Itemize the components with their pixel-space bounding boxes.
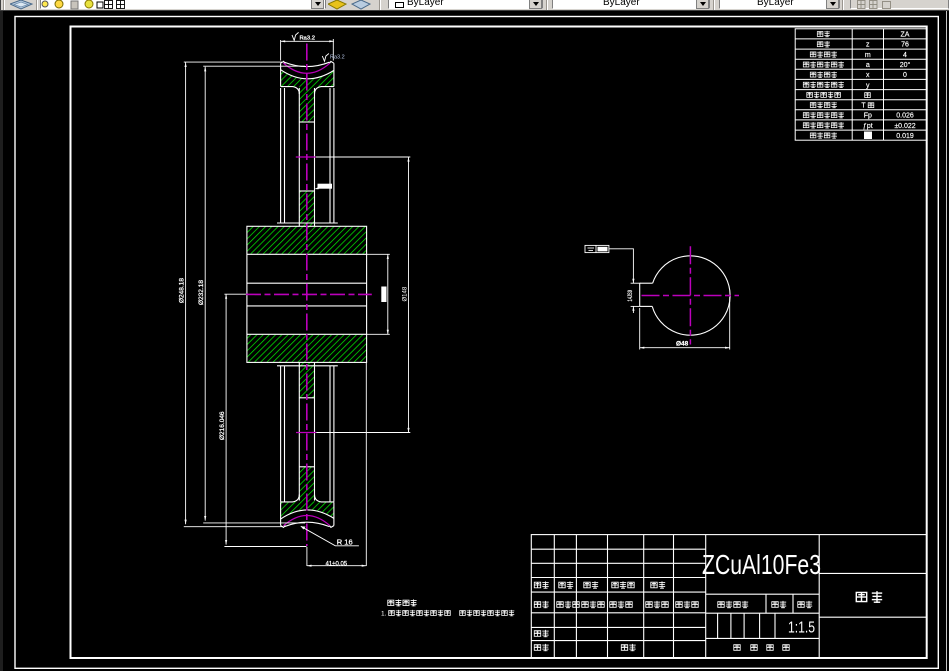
svg-text:4: 4 [903, 52, 907, 59]
svg-text:41±0.05: 41±0.05 [326, 561, 348, 567]
svg-text:Ø232.18: Ø232.18 [198, 280, 205, 305]
svg-text:y: y [866, 82, 870, 89]
svg-text:14JS9: 14JS9 [628, 290, 634, 302]
svg-text:1.: 1. [381, 611, 387, 618]
svg-text:ZA: ZA [901, 32, 910, 39]
svg-text:x: x [866, 72, 870, 79]
svg-text:m: m [865, 52, 871, 59]
svg-text:20°: 20° [900, 61, 911, 69]
svg-text:z: z [866, 42, 870, 49]
svg-text:0: 0 [903, 72, 907, 79]
svg-text:0.019: 0.019 [896, 133, 914, 140]
svg-text:ZCuAl10Fe3: ZCuAl10Fe3 [702, 549, 821, 580]
svg-text:1:1.5: 1:1.5 [788, 620, 815, 637]
svg-text:Ra3.2: Ra3.2 [330, 55, 345, 61]
svg-text:ƒpt: ƒpt [863, 123, 873, 130]
svg-text:Ra3.2: Ra3.2 [300, 36, 315, 42]
svg-text:Fp: Fp [864, 113, 872, 120]
svg-text:Ø48: Ø48 [676, 341, 689, 348]
svg-text:Ø148: Ø148 [403, 286, 409, 301]
svg-text:±0.022: ±0.022 [894, 123, 915, 130]
svg-text:a: a [866, 62, 870, 69]
svg-text:Ø248.18: Ø248.18 [179, 278, 186, 303]
svg-text:0.026: 0.026 [896, 113, 914, 120]
svg-text:R 16: R 16 [337, 538, 353, 547]
svg-text:76: 76 [901, 42, 909, 49]
svg-text:T: T [861, 103, 866, 110]
svg-text:Ø216.046: Ø216.046 [219, 411, 226, 440]
